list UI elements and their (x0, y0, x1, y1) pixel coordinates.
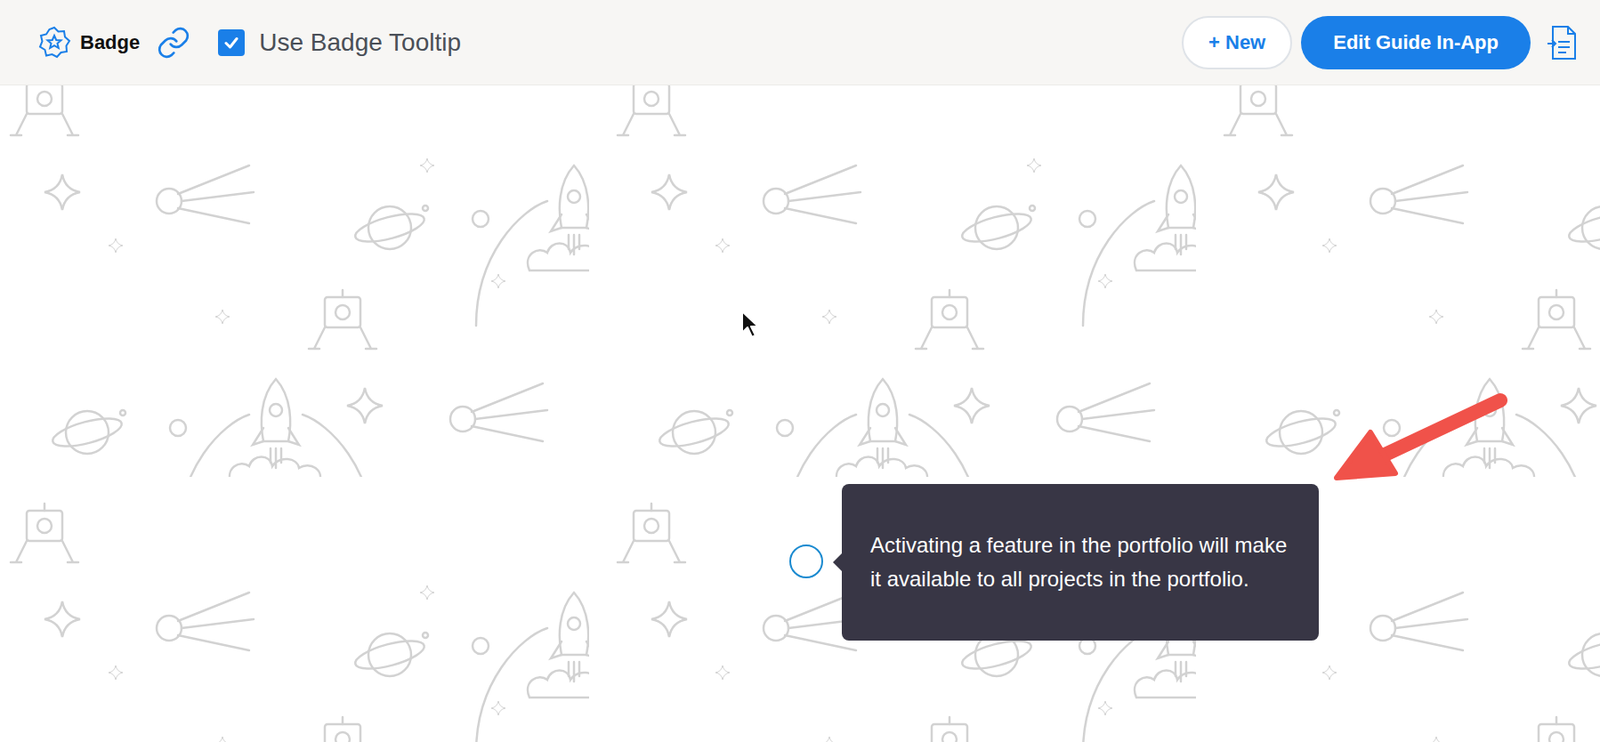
tooltip: Activating a feature in the portfolio wi… (841, 484, 1319, 641)
edit-guide-button[interactable]: Edit Guide In-App (1301, 16, 1531, 70)
annotation-arrow-icon (1325, 387, 1513, 486)
guide-type-label: Badge (80, 27, 140, 57)
mouse-cursor-icon (740, 309, 762, 340)
canvas: Activating a feature in the portfolio wi… (0, 85, 1600, 742)
link-icon[interactable] (155, 24, 192, 61)
toolbar: Badge Use Badge Tooltip + NewEdit Guide In… (0, 0, 1600, 86)
new-button[interactable]: + New (1181, 16, 1293, 70)
checkbox-box[interactable] (218, 29, 245, 57)
toolbar-actions: + NewEdit Guide In-App (1181, 16, 1581, 70)
badge-marker[interactable] (789, 544, 824, 579)
app: Badge Use Badge Tooltip + NewEdit Guide In… (0, 0, 1600, 742)
document-icon[interactable] (1544, 24, 1581, 62)
badge-icon (37, 25, 72, 60)
badge-tooltip-checkbox[interactable]: Use Badge Tooltip (218, 24, 461, 62)
check-icon (222, 33, 241, 52)
space-pattern-background (0, 85, 1600, 742)
tooltip-text: Activating a feature in the portfolio wi… (870, 528, 1291, 597)
guide-type: Badge (37, 24, 192, 61)
checkbox-label: Use Badge Tooltip (258, 24, 461, 62)
